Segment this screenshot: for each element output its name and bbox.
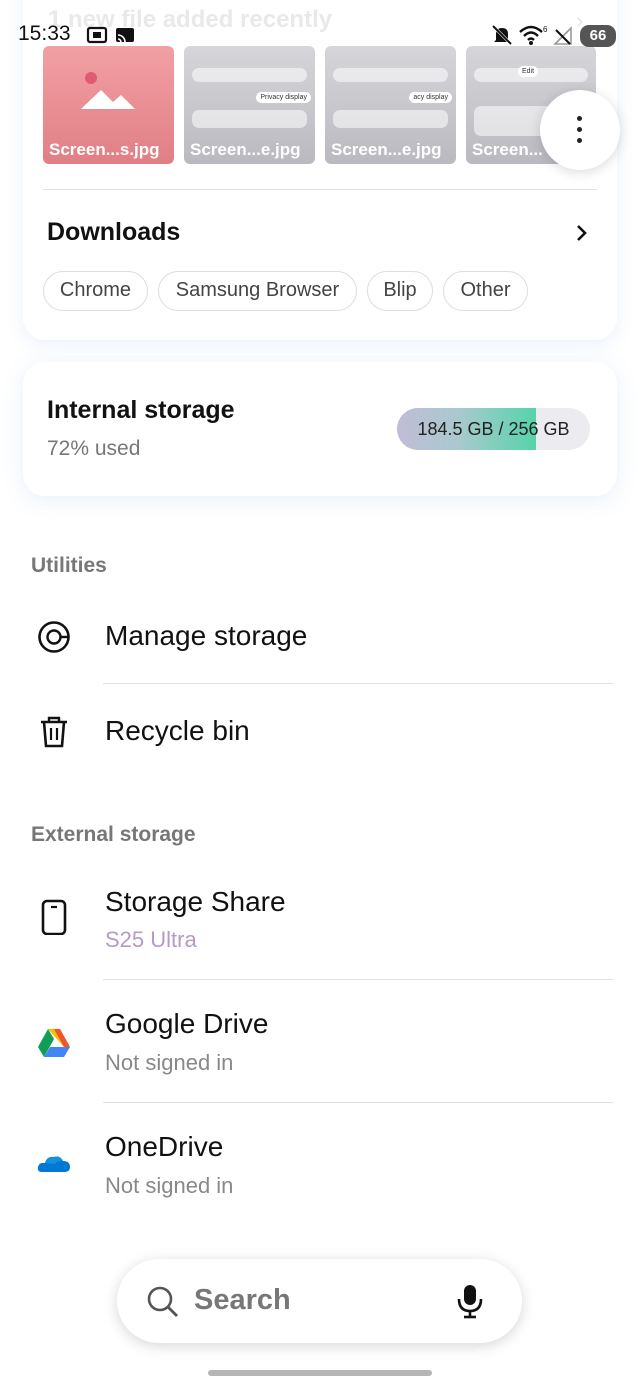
storage-usage-text: 184.5 GB / 256 GB [417, 419, 570, 439]
thumbnail-detail [333, 110, 448, 128]
phone-icon [41, 899, 67, 935]
downloads-chip-samsung-browser[interactable]: Samsung Browser [158, 271, 357, 311]
trash-icon [41, 716, 67, 748]
downloads-chip-blip[interactable]: Blip [367, 271, 433, 311]
internal-storage-title: Internal storage [47, 396, 235, 424]
cast-icon [116, 28, 134, 43]
divider [103, 683, 613, 684]
thumbnail-detail [333, 68, 448, 82]
divider [43, 189, 597, 190]
more-options-icon-dot [577, 138, 582, 143]
home-indicator[interactable] [208, 1370, 432, 1376]
recent-file-name: Screen...e.jpg [331, 140, 442, 159]
chevron-right-icon[interactable] [572, 220, 592, 246]
more-options-icon [577, 116, 582, 121]
downloads-chip-chrome[interactable]: Chrome [43, 271, 148, 311]
storage-share-device: S25 Ultra [105, 927, 197, 952]
search-icon [147, 1286, 178, 1317]
no-signal-icon [553, 26, 572, 45]
utilities-heading: Utilities [31, 554, 107, 577]
google-drive-item[interactable]: Google Drive [105, 1008, 268, 1040]
thumbnail-tag: acy display [409, 92, 452, 103]
mute-icon [491, 24, 513, 46]
status-time: 15:33 [18, 22, 71, 45]
recent-file-name: Screen...e.jpg [190, 140, 301, 159]
google-drive-icon [38, 1029, 70, 1057]
recycle-bin-item[interactable]: Recycle bin [105, 715, 250, 747]
manage-storage-item[interactable]: Manage storage [105, 620, 307, 652]
storage-used-percent: 72% used [47, 437, 141, 460]
thumbnail-detail [192, 68, 307, 82]
battery-icon: 66 [580, 25, 616, 47]
divider [103, 979, 613, 980]
more-options-icon-dot [577, 127, 582, 132]
google-drive-status: Not signed in [105, 1050, 234, 1075]
recent-file-name: Screen...s.jpg [49, 140, 160, 159]
search-input[interactable]: Search [194, 1284, 291, 1317]
downloads-chip-other[interactable]: Other [443, 271, 528, 311]
downloads-title[interactable]: Downloads [47, 218, 180, 247]
pie-chart-icon [38, 621, 70, 653]
svg-text:6: 6 [543, 25, 548, 34]
storage-share-item[interactable]: Storage Share [105, 886, 286, 918]
onedrive-status: Not signed in [105, 1173, 234, 1198]
wifi-icon: 6 [519, 25, 548, 45]
screenshot-icon [86, 26, 108, 44]
onedrive-item[interactable]: OneDrive [105, 1131, 223, 1163]
storage-usage-bar: 184.5 GB / 256 GB [397, 408, 590, 450]
more-options-button[interactable] [540, 90, 620, 170]
recent-file-name: Screen... [472, 140, 543, 159]
onedrive-icon [37, 1156, 70, 1172]
external-storage-heading: External storage [31, 823, 196, 846]
thumbnail-detail [192, 110, 307, 128]
microphone-icon[interactable] [455, 1282, 485, 1320]
thumbnail-tag: Privacy display [256, 92, 311, 103]
divider [103, 1102, 613, 1103]
